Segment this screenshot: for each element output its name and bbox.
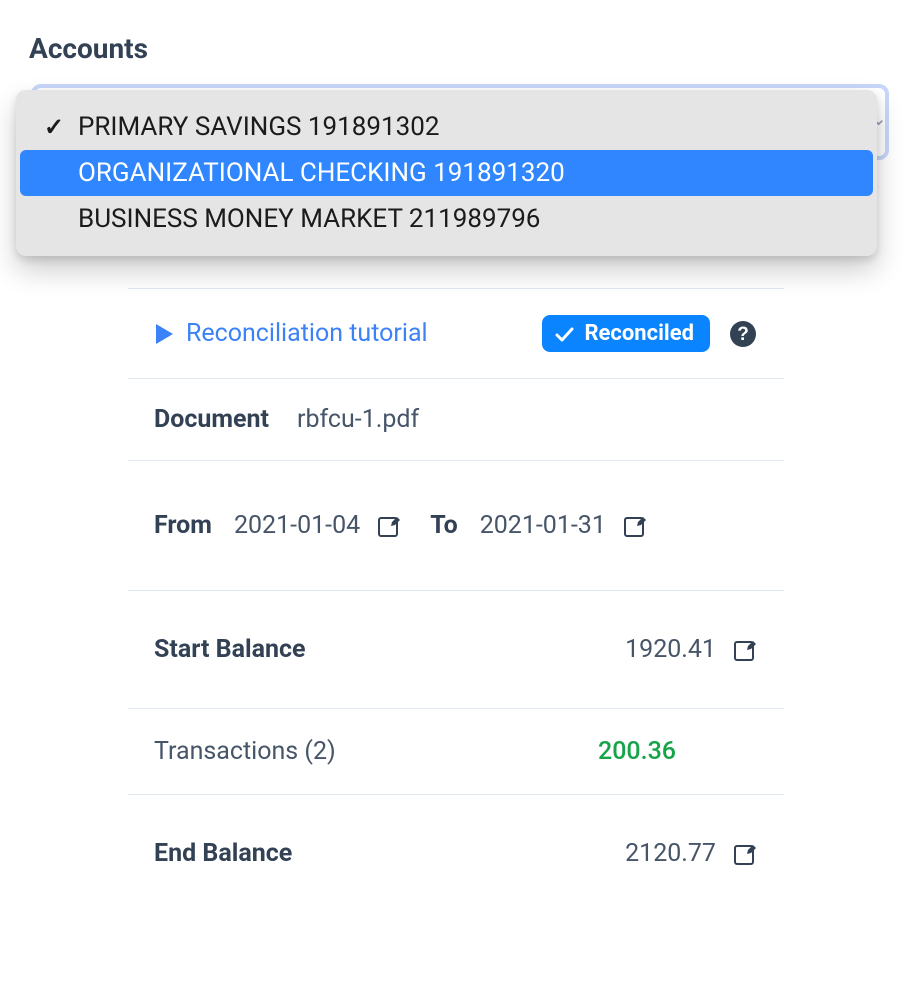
transactions-row: Transactions (2) 200.36 (128, 708, 784, 794)
document-label: Document (154, 405, 269, 434)
document-row: Document rbfcu-1.pdf (128, 378, 784, 460)
svg-text:?: ? (737, 324, 749, 345)
account-option-organizational-checking[interactable]: ORGANIZATIONAL CHECKING 191891320 (20, 150, 873, 196)
accounts-label: Accounts (29, 32, 148, 65)
dates-row: From 2021-01-04 To 2021-01-31 (128, 460, 784, 590)
edit-icon (377, 514, 401, 538)
edit-start-balance-button[interactable] (732, 637, 758, 663)
edit-from-date-button[interactable] (376, 513, 402, 539)
end-balance-label: End Balance (154, 839, 292, 868)
start-balance-row: Start Balance 1920.41 (128, 590, 784, 708)
account-option-label: BUSINESS MONEY MARKET 211989796 (78, 204, 540, 234)
document-value: rbfcu-1.pdf (297, 405, 419, 434)
edit-icon (623, 514, 647, 538)
start-balance-label: Start Balance (154, 635, 306, 664)
help-button[interactable]: ? (728, 319, 758, 349)
edit-end-balance-button[interactable] (732, 841, 758, 867)
edit-icon (733, 842, 757, 866)
tutorial-row: Reconciliation tutorial Reconciled ? (128, 288, 784, 378)
reconciliation-tutorial-link[interactable]: Reconciliation tutorial (154, 319, 428, 348)
edit-icon (733, 638, 757, 662)
start-balance-value: 1920.41 (625, 635, 716, 664)
edit-to-date-button[interactable] (622, 513, 648, 539)
check-icon (554, 324, 574, 344)
reconciled-label: Reconciled (584, 321, 694, 346)
account-option-primary-savings[interactable]: PRIMARY SAVINGS 191891302 (20, 104, 873, 150)
from-value: 2021-01-04 (234, 511, 360, 540)
from-label: From (154, 511, 212, 540)
transactions-label: Transactions (2) (154, 737, 336, 766)
to-label: To (430, 511, 458, 540)
end-balance-value: 2120.77 (625, 839, 716, 868)
tutorial-label: Reconciliation tutorial (186, 319, 428, 348)
help-icon: ? (729, 320, 757, 348)
play-icon (154, 323, 174, 345)
to-value: 2021-01-31 (480, 511, 606, 540)
account-option-label: PRIMARY SAVINGS 191891302 (78, 112, 439, 142)
account-option-label: ORGANIZATIONAL CHECKING 191891320 (78, 158, 565, 188)
end-balance-row: End Balance 2120.77 (128, 794, 784, 888)
transactions-amount: 200.36 (598, 737, 676, 766)
accounts-dropdown[interactable]: PRIMARY SAVINGS 191891302 ORGANIZATIONAL… (16, 90, 877, 256)
account-option-business-money-market[interactable]: BUSINESS MONEY MARKET 211989796 (20, 196, 873, 242)
reconciled-badge: Reconciled (542, 315, 710, 352)
